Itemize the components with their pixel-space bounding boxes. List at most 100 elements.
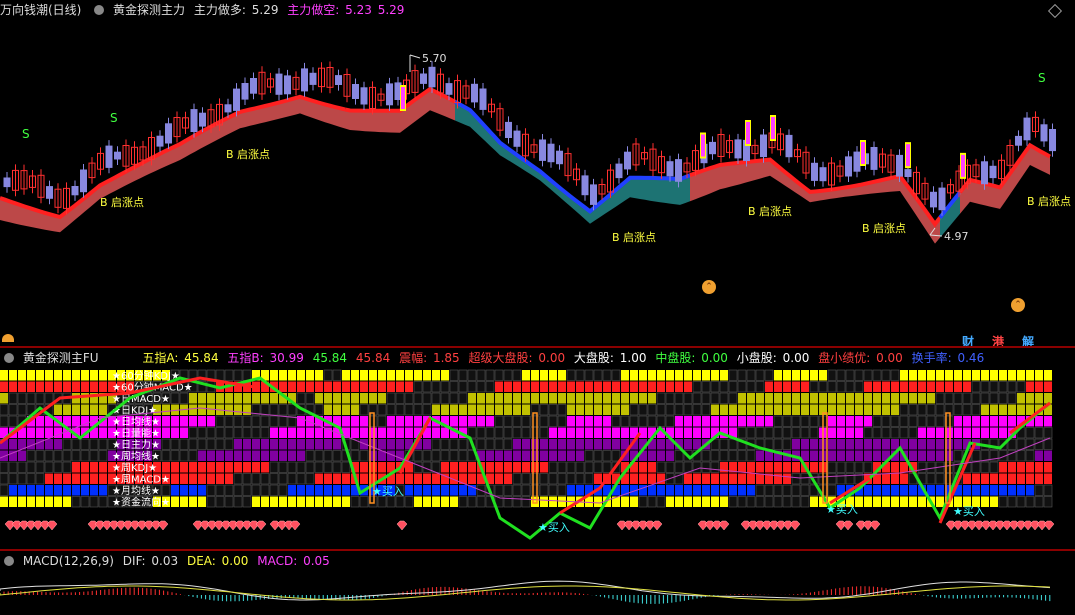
signal-cell <box>810 496 818 507</box>
macd-panel[interactable]: MACD(12,26,9) DIF: 0.03 DEA: 0.00 MACD: … <box>0 551 1075 615</box>
signal-cell <box>594 439 602 450</box>
signal-cell <box>224 415 234 427</box>
signal-cell <box>161 438 171 450</box>
signal-cell <box>233 369 243 381</box>
signal-cell <box>855 427 863 438</box>
signal-cell <box>431 438 441 450</box>
collapse-icon[interactable] <box>4 556 14 566</box>
signal-cell <box>378 370 386 381</box>
signal-cell <box>576 393 584 404</box>
signal-cell <box>305 450 315 462</box>
signal-cell <box>792 381 800 392</box>
signal-cell <box>378 439 386 450</box>
signal-cell <box>315 370 323 381</box>
signal-cell <box>449 381 459 393</box>
signal-cell <box>36 427 44 438</box>
signal-cell <box>386 392 396 404</box>
signal-cell <box>216 450 224 461</box>
signal-cell <box>189 485 197 496</box>
signal-cell <box>251 415 261 427</box>
candlestick-chart[interactable]: B 启涨点 B 启涨点 B 启涨点 B 启涨点 B 启涨点 B 启涨点 S S S 5.70 4.9… <box>0 0 1075 345</box>
signal-cell <box>287 404 297 416</box>
signal-cell <box>171 473 179 484</box>
signal-cell <box>332 461 342 473</box>
signal-cell <box>593 369 603 381</box>
signal-cell <box>863 427 873 439</box>
signal-cell <box>422 404 432 416</box>
fu-chart[interactable]: ★60分钟KDJ★★60分钟MACD★★日MACD★★日KDJ★★日均线★★日量… <box>0 348 1075 548</box>
signal-cell <box>719 438 729 450</box>
signal-cell <box>54 473 62 484</box>
signal-cell <box>684 473 692 484</box>
signal-cell <box>323 369 333 381</box>
signal-cell <box>1044 381 1052 392</box>
signal-cell <box>557 484 567 496</box>
signal-cell <box>881 415 891 427</box>
info-marker-icon[interactable]: ⌃ <box>1011 298 1025 312</box>
fu-indicator-panel[interactable]: ★60分钟KDJ★ ★60分钟MACD★ ★日MACD★ ★日KDJ★ ★日均线★ ★日量… <box>0 348 1075 548</box>
signal-cell <box>242 484 252 496</box>
signal-cell <box>693 416 701 427</box>
candle-body <box>853 151 861 172</box>
signal-cell <box>585 404 593 415</box>
signal-cell <box>648 462 656 473</box>
signal-cell <box>684 370 692 381</box>
signal-cell <box>242 496 252 508</box>
signal-cell <box>710 392 720 404</box>
signal-cell <box>503 369 513 381</box>
signal-cell <box>998 392 1008 404</box>
signal-cell <box>1007 392 1017 404</box>
signal-cell <box>63 370 71 381</box>
main-chart-panel[interactable]: B 启涨点 B 启涨点 B 启涨点 B 启涨点 B 启涨点 B 启涨点 S S S 5.70 4.9… <box>0 0 1075 345</box>
signal-cell <box>990 427 998 438</box>
signal-cell <box>972 370 980 381</box>
signal-cell <box>1026 473 1034 484</box>
signal-cell <box>828 439 836 450</box>
signal-cell <box>378 427 386 438</box>
signal-cell <box>585 393 593 404</box>
signal-cell <box>836 461 846 473</box>
signal-cell <box>242 473 252 485</box>
collapse-icon[interactable] <box>94 5 105 15</box>
signal-cell <box>1035 450 1043 461</box>
signal-candle-core <box>701 134 705 157</box>
signal-cell <box>837 439 845 450</box>
collapse-icon[interactable] <box>4 353 14 363</box>
signal-cell <box>801 381 809 392</box>
candle-body <box>46 186 53 199</box>
signal-cell <box>224 496 234 508</box>
signal-cell <box>504 393 512 404</box>
signal-cell <box>468 393 476 404</box>
signal-cell <box>531 462 539 473</box>
collapse-marker-icon[interactable] <box>2 334 14 342</box>
signal-cell <box>342 381 350 392</box>
info-marker-icon[interactable]: ⌃ <box>702 280 716 294</box>
signal-cell <box>764 369 774 381</box>
signal-cell <box>828 450 836 461</box>
signal-cell <box>720 370 728 381</box>
row-label: ★日MACD★ <box>112 394 170 405</box>
signal-cell <box>773 415 783 427</box>
signal-cell <box>179 392 189 404</box>
signal-cell <box>0 496 8 507</box>
signal-cell <box>207 473 215 484</box>
signal-cell <box>980 461 990 473</box>
signal-cell <box>873 393 881 404</box>
signal-cell <box>333 439 341 450</box>
signal-cell <box>845 381 855 393</box>
signal-cell <box>458 438 468 450</box>
signal-cell <box>522 381 530 392</box>
candle-body <box>811 162 818 181</box>
signal-cell <box>162 427 170 438</box>
signal-cell <box>269 461 279 473</box>
signal-cell <box>927 381 935 392</box>
signal-cell <box>558 381 566 392</box>
signal-cell <box>864 485 872 496</box>
signal-cell <box>909 496 917 507</box>
signal-cell <box>1008 404 1016 415</box>
signal-cell <box>458 496 468 508</box>
signal-cell <box>440 438 450 450</box>
signal-cell <box>629 404 639 416</box>
signal-cell <box>594 393 602 404</box>
signal-cell <box>441 496 449 507</box>
